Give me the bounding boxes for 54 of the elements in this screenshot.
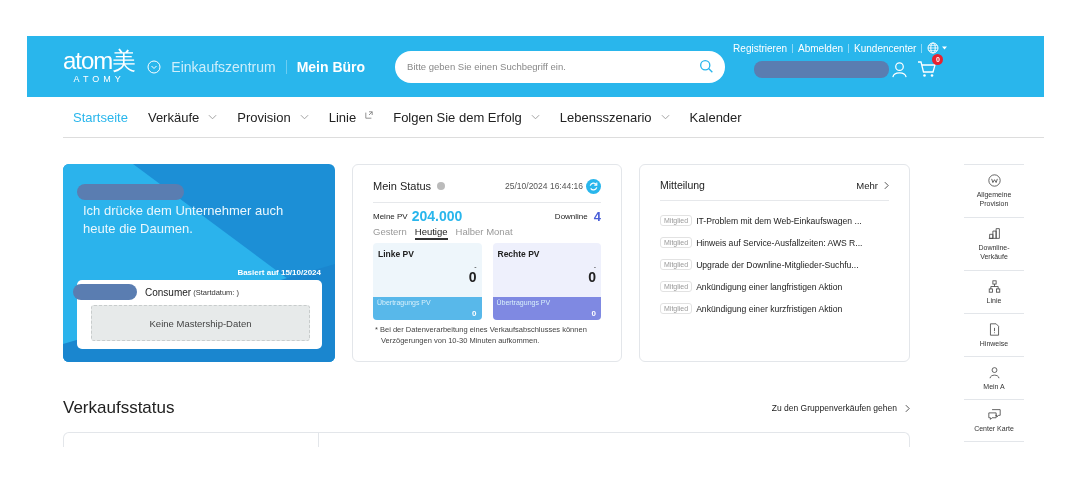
notice-link[interactable]: IT-Problem mit dem Web-Einkaufswagen ... xyxy=(696,215,862,226)
info-icon[interactable] xyxy=(437,182,446,190)
redaction-mark xyxy=(73,284,137,300)
chevron-right-icon[interactable] xyxy=(905,403,910,413)
chevron-down-icon xyxy=(660,114,670,120)
bar-chart-icon xyxy=(987,227,1001,240)
person-icon xyxy=(987,365,1001,379)
panel-title: Rechte PV xyxy=(496,248,541,259)
document-alert-icon xyxy=(987,322,1001,336)
timestamp: 25/10/2024 16:44:16 xyxy=(505,181,583,191)
downline-label: Downline xyxy=(554,211,588,221)
mastership-box: Keine Mastership-Daten xyxy=(91,305,310,341)
external-link-icon xyxy=(365,111,374,119)
chevron-right-icon[interactable] xyxy=(884,180,889,190)
my-pv-value: 204.000 xyxy=(411,208,463,224)
chevron-down-icon xyxy=(299,114,309,120)
chevron-down-icon xyxy=(208,114,218,120)
period-tab[interactable]: Heutige xyxy=(414,226,448,240)
coin-icon xyxy=(987,174,1001,187)
more-link[interactable]: Mehr xyxy=(856,179,878,191)
chevron-down-icon xyxy=(530,114,540,120)
notice-link[interactable]: Ankündigung einer kurzfristigen Aktion xyxy=(696,303,843,314)
based-on-date: Basiert auf 15/10/2024 xyxy=(236,268,321,277)
section-title: Verkaufsstatus xyxy=(63,398,175,418)
card-title: Mitteilung xyxy=(660,179,705,191)
nav-tab[interactable]: Lebensszenario xyxy=(559,109,670,125)
chat-icon xyxy=(987,408,1001,421)
nav-tab[interactable]: Linie xyxy=(328,109,374,125)
chevron-circle-icon[interactable] xyxy=(147,59,162,74)
panel-title: Linke PV xyxy=(377,248,415,259)
logo-subtitle: ATOMY xyxy=(73,74,125,84)
panel-value: 0 xyxy=(587,270,597,285)
notice-link[interactable]: Ankündigung einer langfristigen Aktion xyxy=(696,281,843,292)
nav-tab[interactable]: Folgen Sie dem Erfolg xyxy=(393,109,540,125)
panel-value: 0 xyxy=(467,270,478,285)
nav-tab[interactable]: Kalender xyxy=(689,109,742,125)
transfer-value: 0 xyxy=(591,309,596,318)
rank-label: Consumer xyxy=(145,286,192,298)
transfer-value: 0 xyxy=(472,309,477,318)
card-title: Mein Status xyxy=(373,180,432,192)
search-field[interactable]: Bitte geben Sie einen Suchbegriff ein. xyxy=(395,50,726,83)
greeting-message: Ich drücke dem Unternehmer auch heute die Daumen. xyxy=(83,202,285,238)
cart-icon[interactable] xyxy=(917,60,938,78)
search-icon[interactable] xyxy=(699,58,715,74)
nav-tab[interactable]: Verkäufe xyxy=(147,109,218,125)
hierarchy-icon xyxy=(987,279,1001,293)
my-pv-label: Meine PV xyxy=(373,211,408,221)
user-icon[interactable] xyxy=(891,60,909,78)
notice-link[interactable]: Hinweis auf Service-Ausfallzeiten: AWS R... xyxy=(696,237,863,248)
nav-tab[interactable]: Provision xyxy=(237,109,309,125)
downline-count: 4 xyxy=(593,208,601,224)
group-sales-link[interactable]: Zu den Gruppenverkäufen gehen xyxy=(771,403,897,413)
refresh-icon[interactable] xyxy=(586,178,601,194)
notice-link[interactable]: Upgrade der Downline-Mitglieder-Suchfu... xyxy=(696,259,859,270)
